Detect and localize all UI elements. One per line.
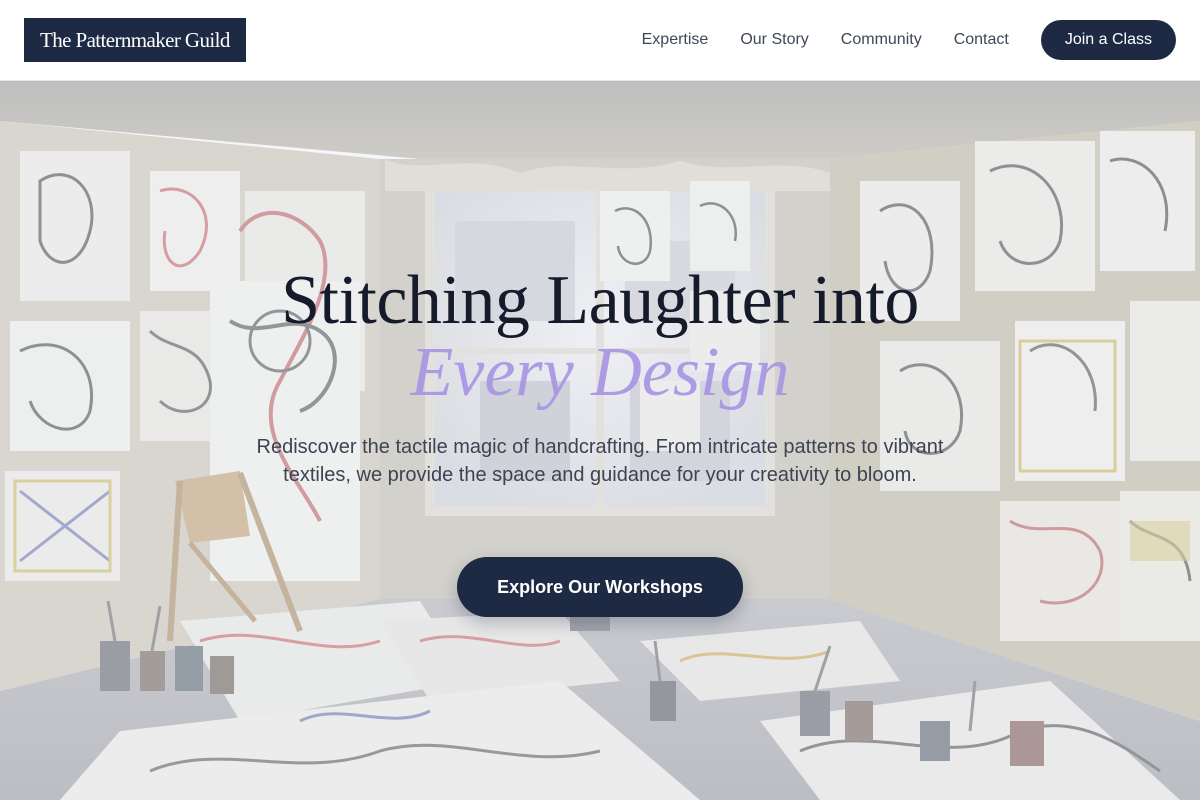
site-logo[interactable]: The Patternmaker Guild <box>24 18 246 62</box>
nav-link-expertise[interactable]: Expertise <box>642 31 709 49</box>
join-class-button[interactable]: Join a Class <box>1040 20 1176 60</box>
hero-section: Stitching Laughter into Every Design Red… <box>0 81 1200 800</box>
hero-subtitle: Rediscover the tactile magic of handcraf… <box>256 436 944 486</box>
nav-link-community[interactable]: Community <box>841 31 922 49</box>
hero-content: Stitching Laughter into Every Design Red… <box>0 81 1200 800</box>
nav-link-contact[interactable]: Contact <box>954 31 1009 49</box>
main-nav: Expertise Our Story Community Contact Jo… <box>642 20 1176 60</box>
explore-workshops-button[interactable]: Explore Our Workshops <box>457 557 743 617</box>
hero-title: Stitching Laughter into <box>281 262 919 339</box>
site-header: The Patternmaker Guild Expertise Our Sto… <box>0 0 1200 81</box>
nav-link-our-story[interactable]: Our Story <box>740 31 808 49</box>
hero-title-accent: Every Design <box>410 334 790 411</box>
